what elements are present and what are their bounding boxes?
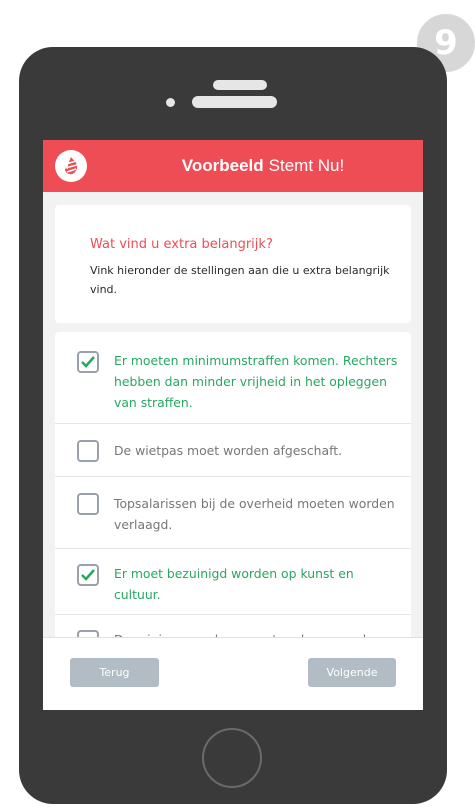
- next-button[interactable]: Volgende: [308, 658, 396, 687]
- statement-checkbox[interactable]: [77, 564, 99, 586]
- checkmark-icon: [81, 569, 95, 581]
- phone-screen: Voorbeeld Stemt Nu! Wat vind u extra bel…: [43, 140, 423, 710]
- statement-item[interactable]: Er moet bezuinigd worden op kunst en cul…: [55, 549, 411, 615]
- app-title-bold: Voorbeeld: [181, 156, 264, 175]
- intro-title: Wat vind u extra belangrijk?: [90, 237, 273, 252]
- app-title-rest: Stemt Nu!: [268, 156, 345, 175]
- intro-card: Wat vind u extra belangrijk? Vink hieron…: [55, 205, 411, 323]
- phone-speaker-top: [213, 80, 267, 90]
- statement-text: Er moeten minimumstraffen komen. Rechter…: [114, 353, 398, 410]
- back-button[interactable]: Terug: [70, 658, 159, 687]
- flame-logo-icon: [55, 150, 87, 182]
- statement-text: Topsalarissen bij de overheid moeten wor…: [114, 496, 395, 532]
- statement-checkbox[interactable]: [77, 493, 99, 515]
- phone-camera: [166, 98, 175, 107]
- phone-speaker: [192, 96, 277, 108]
- statement-checkbox[interactable]: [77, 440, 99, 462]
- app-header: Voorbeeld Stemt Nu!: [43, 140, 423, 192]
- intro-subtitle: Vink hieronder de stellingen aan die u e…: [90, 264, 390, 296]
- statement-item[interactable]: Er moeten minimumstraffen komen. Rechter…: [55, 332, 411, 424]
- statement-text: De wietpas moet worden afgeschaft.: [114, 443, 343, 458]
- phone-home-button[interactable]: [202, 728, 262, 788]
- statement-text: Er moet bezuinigd worden op kunst en cul…: [114, 566, 354, 602]
- app-title: Voorbeeld Stemt Nu!: [103, 140, 423, 192]
- navigation-footer: Terug Volgende: [43, 637, 423, 710]
- statement-checkbox[interactable]: [77, 351, 99, 373]
- statement-item[interactable]: De wietpas moet worden afgeschaft.: [55, 424, 411, 477]
- checkmark-icon: [81, 356, 95, 368]
- statement-item[interactable]: Topsalarissen bij de overheid moeten wor…: [55, 477, 411, 549]
